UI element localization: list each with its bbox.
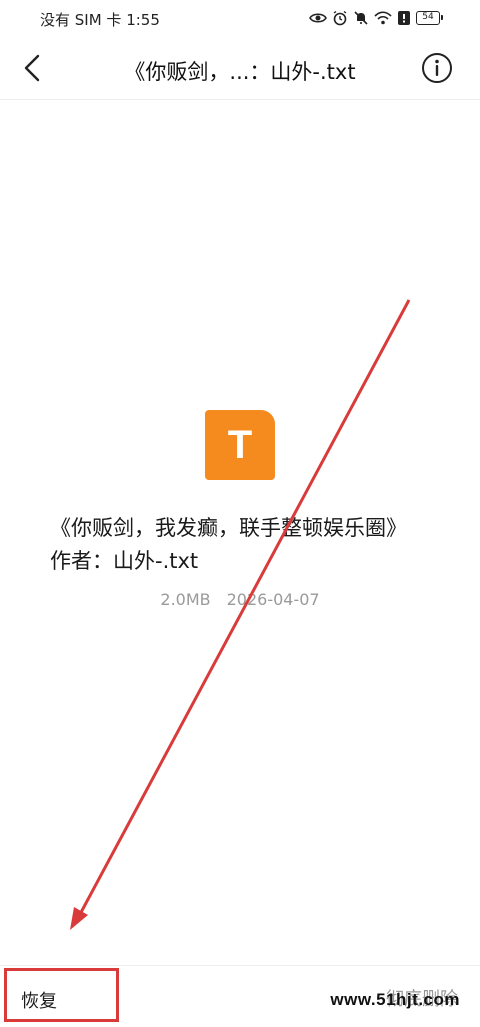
alert-icon <box>398 11 410 25</box>
txt-file-icon: T <box>205 410 275 480</box>
file-meta: 2.0MB 2026-04-07 <box>0 590 480 609</box>
header: 《你贩剑，...：山外-.txt <box>0 36 480 100</box>
file-date: 2026-04-07 <box>226 590 320 609</box>
battery-icon: 54 <box>416 11 443 25</box>
alarm-icon <box>333 10 347 26</box>
watermark: www.51hjt.com <box>330 990 460 1010</box>
info-button[interactable] <box>420 51 454 85</box>
back-button[interactable] <box>14 50 50 86</box>
mute-icon <box>354 11 368 25</box>
status-icons: 54 <box>309 9 443 27</box>
file-size: 2.0MB <box>160 590 211 609</box>
restore-button[interactable]: 恢复 <box>4 968 119 1022</box>
file-name: 《你贩剑，我发癫，联手整顿娱乐圈》作者：山外-.txt <box>50 516 407 573</box>
bottom-bar: 恢复 彻底删除 www.51hjt.com <box>0 965 480 1027</box>
info-icon <box>422 53 452 83</box>
status-bar: 没有 SIM 卡 1:55 54 <box>0 0 480 36</box>
status-carrier-time: 没有 SIM 卡 1:55 <box>40 11 160 29</box>
page-title: 《你贩剑，...：山外-.txt <box>124 60 356 84</box>
wifi-icon <box>374 11 392 25</box>
chevron-left-icon <box>24 54 40 82</box>
eye-icon <box>309 13 327 23</box>
